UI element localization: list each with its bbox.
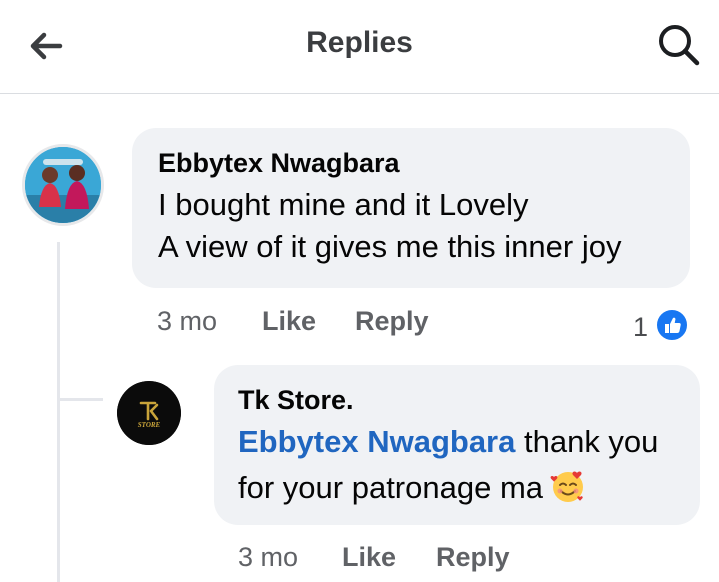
header-bar: Replies	[0, 0, 719, 94]
reply-button[interactable]: Reply	[355, 306, 429, 337]
comment-author[interactable]: Ebbytex Nwagbara	[158, 148, 400, 179]
comment-bubble: Ebbytex Nwagbara I bought mine and it Lo…	[132, 128, 690, 288]
profile-photo-icon	[25, 147, 101, 223]
reaction-badge[interactable]	[655, 308, 689, 342]
avatar-logo-text: STORE	[138, 421, 161, 429]
like-button[interactable]: Like	[262, 306, 316, 337]
comment-bubble: Tk Store. Ebbytex Nwagbara thank you for…	[214, 365, 700, 525]
mention-link[interactable]: Ebbytex Nwagbara	[238, 424, 515, 459]
comment-text-line: Ebbytex Nwagbara thank you	[238, 421, 658, 463]
comment-text-line: for your patronage ma	[238, 467, 587, 509]
reply-button[interactable]: Reply	[436, 542, 510, 573]
comment-text: thank you	[515, 424, 659, 459]
comment-text-line: I bought mine and it Lovely	[158, 187, 529, 222]
comment-text-line: A view of it gives me this inner joy	[158, 229, 622, 264]
page-title: Replies	[306, 26, 413, 59]
thumbs-up-icon	[665, 317, 681, 333]
reaction-count[interactable]: 1	[633, 312, 648, 343]
like-button[interactable]: Like	[342, 542, 396, 573]
tk-store-logo-icon: STORE	[117, 381, 181, 445]
smiling-face-with-hearts-icon	[549, 467, 587, 505]
comment-text: for your patronage ma	[238, 470, 544, 505]
thread-line	[57, 242, 60, 582]
comment-timestamp: 3 mo	[157, 306, 218, 336]
search-button[interactable]	[656, 22, 702, 68]
thread-branch	[57, 398, 103, 401]
comment-author[interactable]: Tk Store.	[238, 385, 354, 416]
search-icon	[659, 25, 700, 66]
avatar[interactable]: STORE	[117, 381, 181, 445]
comment-timestamp: 3 mo	[238, 542, 299, 572]
avatar[interactable]	[22, 144, 104, 226]
